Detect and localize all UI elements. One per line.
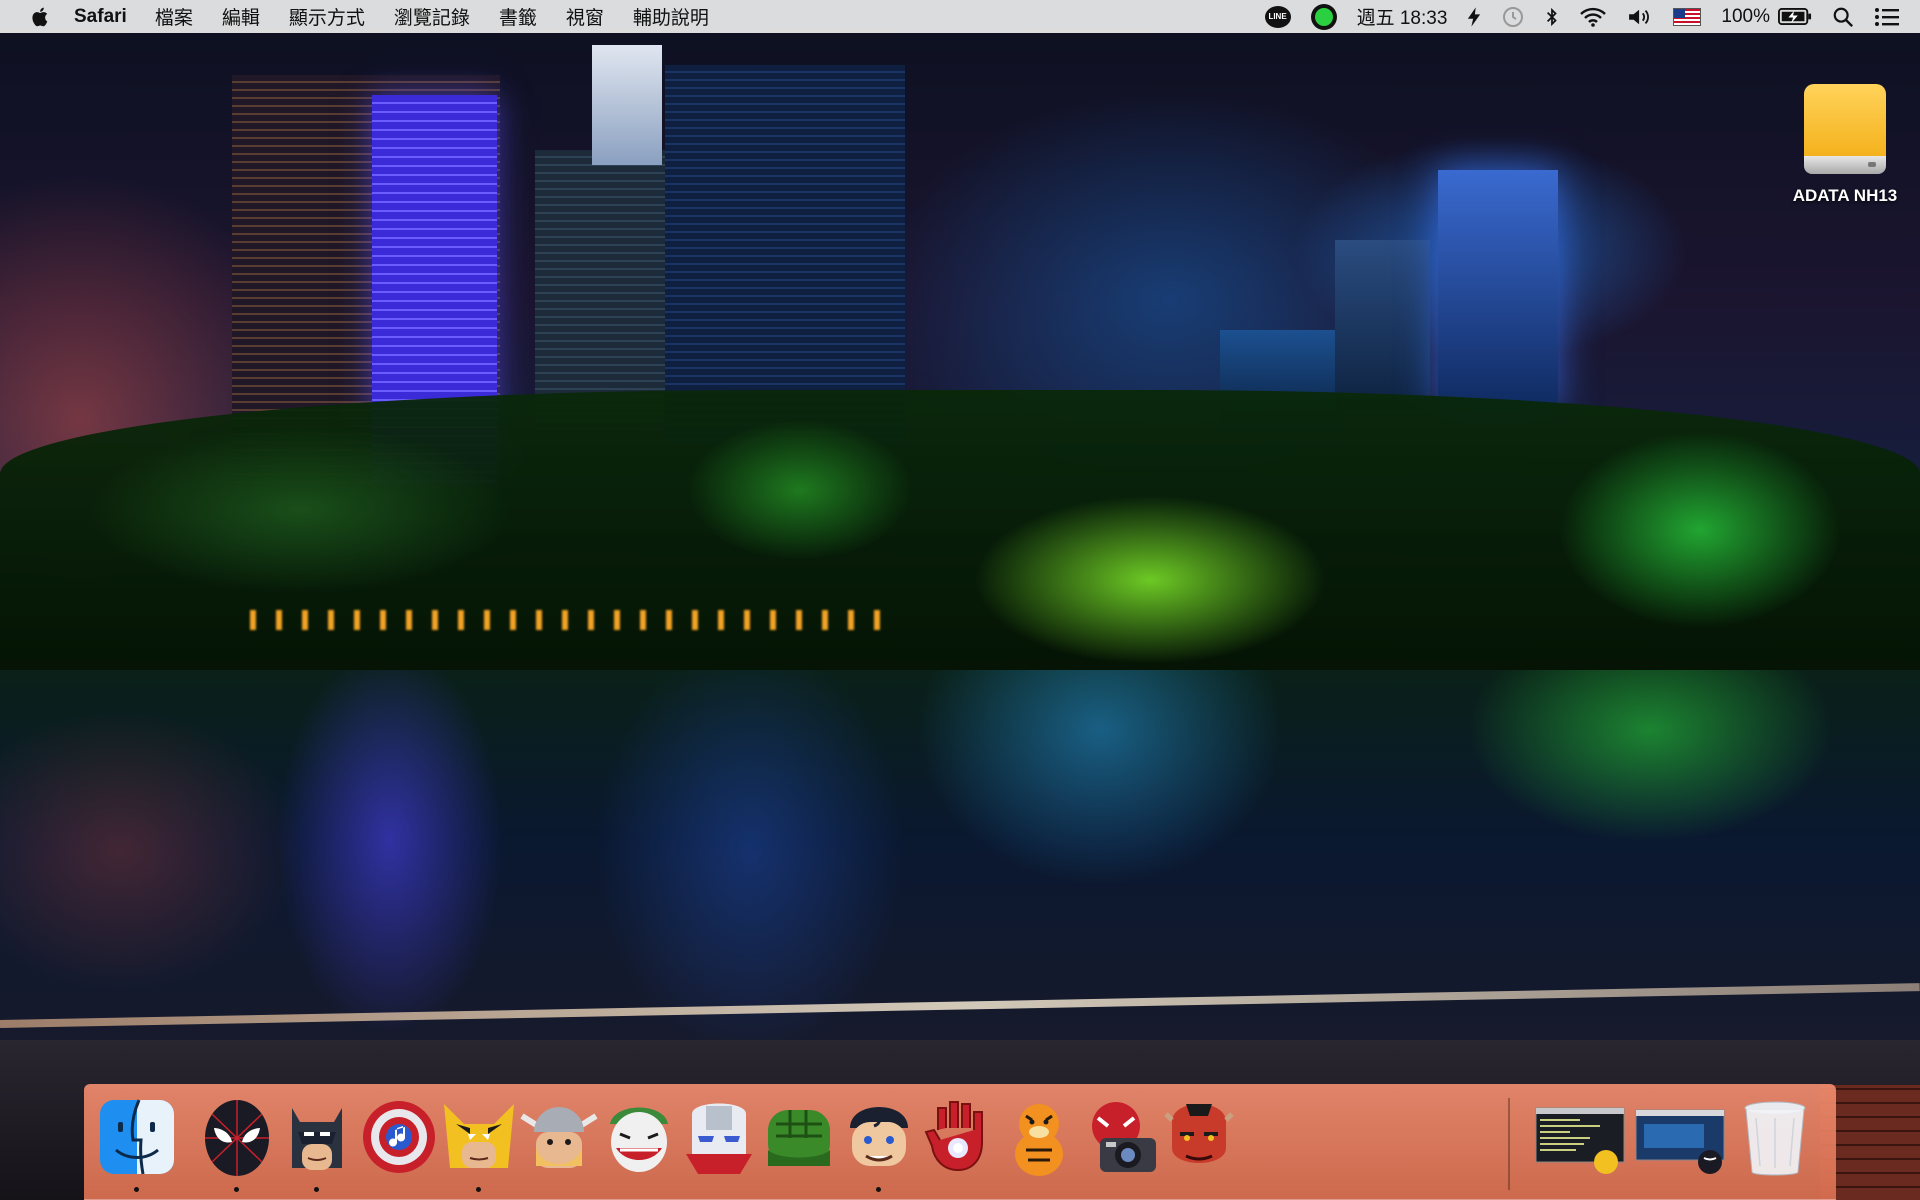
wallpaper-water-reflection [0, 670, 1920, 1100]
volume-icon[interactable] [1627, 7, 1653, 27]
menu-app-name[interactable]: Safari [74, 6, 127, 28]
menu-bar-status-area: LINE 週五 18:33 100% [1264, 0, 1920, 33]
dock-hulk-fist[interactable] [756, 1094, 842, 1180]
menu-bookmarks[interactable]: 書籤 [499, 3, 537, 30]
dock-iron-patriot[interactable] [676, 1094, 762, 1180]
joker-icon [610, 1107, 668, 1172]
drive-label: ADATA NH13 [1792, 186, 1898, 205]
spotlight-icon[interactable] [1832, 6, 1854, 28]
hulk-fist-icon [768, 1110, 830, 1166]
wifi-icon[interactable] [1579, 7, 1607, 27]
menu-bar: Safari 檔案 編輯 顯示方式 瀏覽記錄 書籤 視窗 輔助說明 LINE 週… [0, 0, 1920, 33]
dock-superman[interactable] [836, 1094, 922, 1192]
desktop-drive[interactable]: ADATA NH13 [1780, 84, 1910, 206]
dock-joker[interactable] [596, 1094, 682, 1180]
dock-trash[interactable] [1732, 1094, 1818, 1180]
line-label: LINE [1264, 5, 1291, 28]
dock [84, 1084, 1836, 1200]
running-indicator [476, 1187, 481, 1192]
running-indicator [134, 1187, 139, 1192]
trash-icon [1744, 1101, 1806, 1176]
apple-menu-icon[interactable] [30, 5, 54, 29]
menu-clock[interactable]: 週五 18:33 [1357, 3, 1448, 30]
dock-separator [1508, 1098, 1510, 1190]
safari-thumbnail-icon [1635, 1109, 1725, 1174]
menu-bar-left: Safari 檔案 編輯 顯示方式 瀏覽記錄 書籤 視窗 輔助說明 [0, 0, 738, 33]
dock-camera-hero[interactable] [1076, 1094, 1162, 1180]
spider-man-mask-icon [205, 1100, 269, 1176]
green-circle-icon[interactable] [1310, 3, 1337, 30]
finder-icon [100, 1099, 174, 1175]
wallpaper-tower-hlk [1438, 170, 1558, 410]
dock-iron-man-hand[interactable] [916, 1094, 1002, 1180]
dock-hellboy[interactable] [1156, 1094, 1242, 1180]
dock-finder[interactable] [94, 1094, 180, 1192]
running-indicator [234, 1187, 239, 1192]
dock-tigger[interactable] [996, 1094, 1082, 1180]
dock-spider-man[interactable] [194, 1094, 280, 1192]
time-machine-icon[interactable] [1501, 5, 1525, 29]
dock-wolverine[interactable] [436, 1094, 522, 1192]
shield-music-icon [363, 1101, 435, 1173]
dock-captain-america-shield[interactable] [356, 1094, 442, 1180]
wallpaper-tower-center [665, 65, 905, 445]
flash-icon[interactable] [1467, 6, 1481, 27]
bluetooth-icon[interactable] [1545, 6, 1559, 28]
tigger-icon [1015, 1104, 1063, 1176]
wallpaper-tower-center-left [535, 150, 665, 430]
desktop-wallpaper [0, 0, 1920, 1200]
external-drive-icon [1804, 84, 1886, 176]
wallpaper-tower-top [592, 45, 662, 165]
hellboy-icon [1164, 1104, 1234, 1163]
iron-man-hand-icon [924, 1101, 983, 1172]
line-icon[interactable]: LINE [1264, 5, 1291, 28]
superman-icon [850, 1107, 908, 1166]
menu-edit[interactable]: 編輯 [222, 3, 260, 30]
battery-percent[interactable]: 100% [1721, 6, 1770, 28]
notification-center-icon[interactable] [1874, 7, 1900, 27]
camera-icon [1092, 1102, 1156, 1172]
menu-window[interactable]: 視窗 [566, 3, 604, 30]
wallpaper-tower-right [1335, 240, 1430, 410]
dock-thor[interactable] [516, 1094, 602, 1180]
menu-history[interactable]: 瀏覽記錄 [394, 3, 470, 30]
dock-batman[interactable] [274, 1094, 360, 1192]
dock-minimized-safari[interactable] [1634, 1094, 1726, 1180]
battery-charging-icon[interactable] [1778, 7, 1812, 26]
terminal-thumbnail-icon [1535, 1107, 1625, 1174]
wolverine-icon [444, 1104, 514, 1168]
thor-icon [520, 1107, 598, 1168]
us-flag-icon[interactable] [1673, 7, 1702, 26]
menu-file[interactable]: 檔案 [155, 3, 193, 30]
dock-minimized-terminal[interactable] [1534, 1094, 1626, 1180]
menu-help[interactable]: 輔助說明 [633, 3, 709, 30]
iron-patriot-icon [686, 1103, 752, 1174]
batman-icon [292, 1108, 342, 1170]
running-indicator [314, 1187, 319, 1192]
running-indicator [876, 1187, 881, 1192]
menu-view[interactable]: 顯示方式 [289, 3, 365, 30]
wallpaper-lights [250, 610, 900, 630]
